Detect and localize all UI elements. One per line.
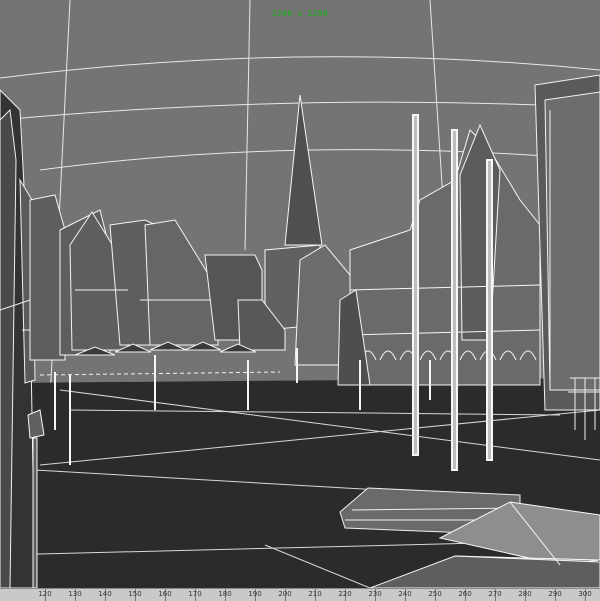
right-tall-building (534, 74, 600, 411)
ruler-tick-label: 160 (158, 590, 172, 598)
ruler-tick-label: 140 (98, 590, 112, 598)
ruler-tick-label: 230 (368, 590, 382, 598)
plaza-ground (0, 378, 600, 588)
ruler-tick-label: 210 (308, 590, 322, 598)
ruler-tick-label: 150 (128, 590, 142, 598)
ruler-tick-label: 250 (428, 590, 442, 598)
ruler-tick-label: 220 (338, 590, 352, 598)
ruler-tick-label: 120 (38, 590, 52, 598)
3d-viewport[interactable] (0, 0, 600, 588)
ruler-tick-label: 260 (458, 590, 472, 598)
ruler-tick-label: 130 (68, 590, 82, 598)
ruler-tick-label: 280 (518, 590, 532, 598)
timeline-ruler[interactable]: 120 130 140 150 160 170 180 190 200 210 220 230 240 2… (0, 588, 600, 601)
ruler-tick-label: 270 (488, 590, 502, 598)
ruler-tick-label: 170 (188, 590, 202, 598)
ruler-tick-label: 290 (548, 590, 562, 598)
ruler-tick-label: 200 (278, 590, 292, 598)
ruler-tick-label: 180 (218, 590, 232, 598)
ruler-tick-label: 300 (578, 590, 592, 598)
ruler-tick-label: 190 (248, 590, 262, 598)
ruler-tick-label: 240 (398, 590, 412, 598)
